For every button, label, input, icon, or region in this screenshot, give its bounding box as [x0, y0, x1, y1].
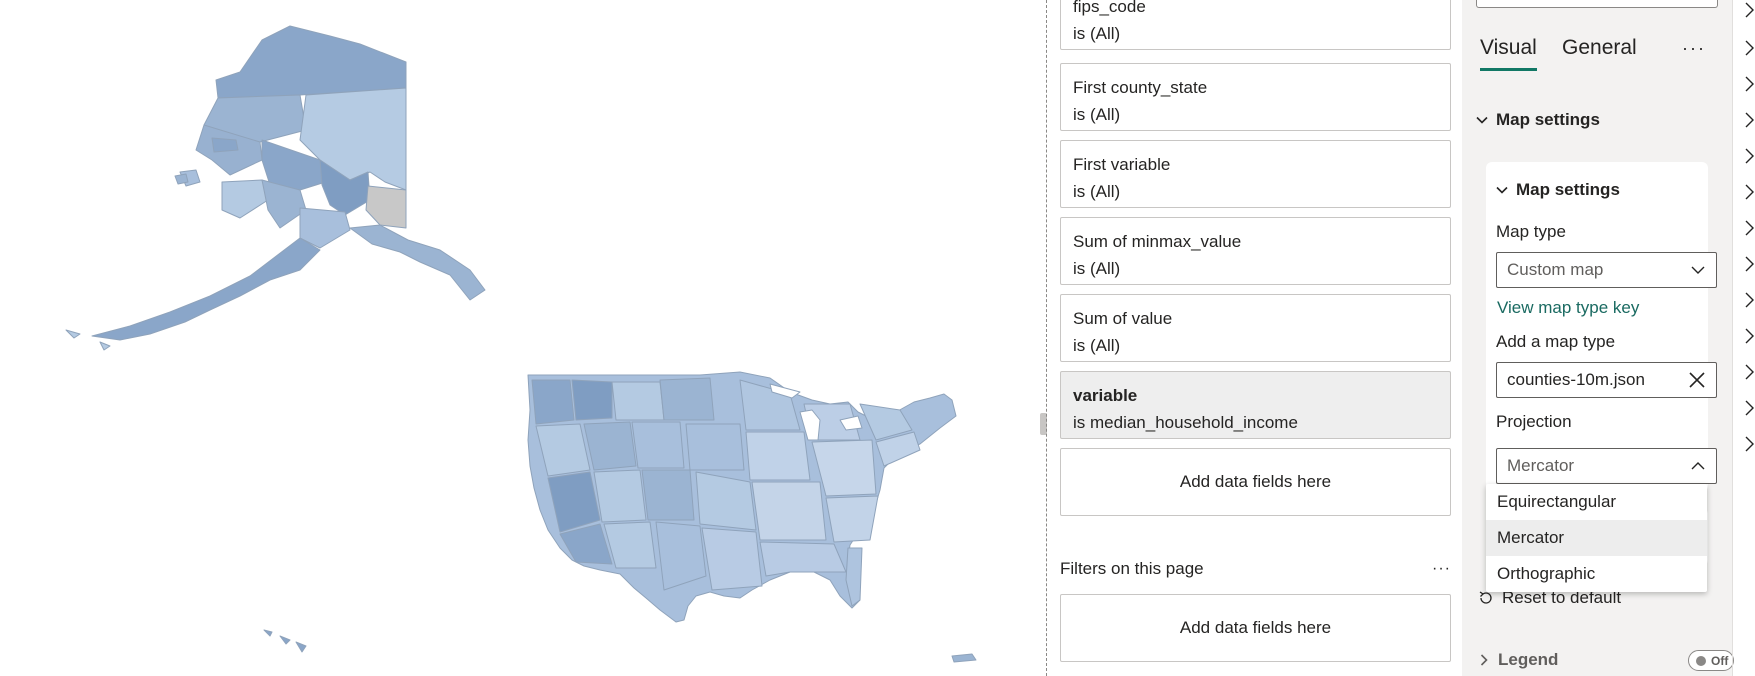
tab-general[interactable]: General [1562, 36, 1637, 60]
format-pane: Visual General ··· Map settings Map sett… [1462, 0, 1734, 676]
toggle-state: Off [1711, 653, 1729, 668]
map-visual[interactable] [0, 0, 1040, 676]
chevron-down-icon [1496, 186, 1508, 194]
filter-card-first-county-state[interactable]: First county_state is (All) [1060, 63, 1451, 131]
chevron-right-icon[interactable] [1744, 220, 1755, 236]
filter-name: variable [1073, 386, 1138, 405]
search-box[interactable] [1476, 0, 1718, 8]
tab-selected-indicator [1480, 68, 1537, 71]
alaska-region[interactable] [65, 25, 486, 351]
drop-zone-label: Add data fields here [1179, 618, 1332, 637]
chevron-right-icon [1480, 654, 1488, 666]
section-title: Map settings [1496, 110, 1600, 129]
legend-label: Legend [1498, 650, 1559, 669]
projection-value: Mercator [1507, 456, 1575, 475]
filter-card-sum-of-minmax-value[interactable]: Sum of minmax_value is (All) [1060, 217, 1451, 285]
chevron-down-icon [1476, 116, 1488, 124]
more-icon[interactable]: ··· [1432, 560, 1451, 578]
map-settings-section-toggle[interactable]: Map settings [1476, 106, 1716, 134]
page-filters-drop-zone[interactable]: Add data fields here [1060, 594, 1451, 662]
map-settings-card-header[interactable]: Map settings [1496, 180, 1620, 200]
projection-option-orthographic[interactable]: Orthographic [1486, 556, 1707, 592]
more-icon[interactable]: ··· [1682, 38, 1706, 59]
filter-card-variable[interactable]: variable is median_household_income [1060, 371, 1451, 439]
pane-divider [1046, 0, 1047, 676]
close-icon[interactable] [1688, 371, 1706, 389]
filter-card-sum-of-value[interactable]: Sum of value is (All) [1060, 294, 1451, 362]
drop-zone-label: Add data fields here [1179, 472, 1332, 491]
chevron-down-icon [1691, 266, 1705, 274]
projection-options-list: Equirectangular Mercator Orthographic [1486, 484, 1707, 592]
filter-name: Sum of value [1073, 309, 1173, 328]
reset-icon [1479, 591, 1492, 604]
filter-value: is (All) [1073, 336, 1121, 355]
filter-value: is (All) [1073, 105, 1121, 124]
filter-value: is median_household_income [1073, 413, 1298, 432]
chevron-right-icon[interactable] [1744, 184, 1755, 200]
chevron-right-icon[interactable] [1744, 292, 1755, 308]
toggle-knob [1696, 655, 1706, 666]
legend-toggle[interactable]: Off [1688, 650, 1734, 671]
format-tabs: Visual General ··· [1462, 28, 1732, 72]
map-file-input[interactable]: counties-10m.json [1496, 362, 1717, 398]
chevron-right-icon[interactable] [1744, 112, 1755, 128]
filter-name: fips_code [1073, 0, 1146, 16]
filter-value: is (All) [1073, 182, 1121, 201]
map-type-label: Map type [1496, 222, 1566, 241]
view-map-type-key-link[interactable]: View map type key [1497, 298, 1639, 318]
continental-us-region[interactable] [263, 371, 977, 663]
map-type-dropdown[interactable]: Custom map [1496, 252, 1717, 288]
chevron-up-icon [1691, 462, 1705, 470]
card-title: Map settings [1516, 180, 1620, 199]
add-map-type-label: Add a map type [1496, 332, 1616, 351]
visual-filters-drop-zone[interactable]: Add data fields here [1060, 448, 1451, 516]
filter-value: is (All) [1073, 259, 1121, 278]
projection-dropdown[interactable]: Mercator [1496, 448, 1717, 484]
projection-option-mercator[interactable]: Mercator [1486, 520, 1707, 556]
filter-card-first-variable[interactable]: First variable is (All) [1060, 140, 1451, 208]
chevron-right-icon[interactable] [1744, 400, 1755, 416]
chevron-right-icon[interactable] [1744, 256, 1755, 272]
chevron-right-icon[interactable] [1744, 40, 1755, 56]
filter-name: First county_state [1073, 78, 1208, 97]
filter-value: is (All) [1073, 24, 1121, 43]
page-filters-header: Filters on this page ··· [1060, 557, 1451, 581]
chevron-right-icon[interactable] [1744, 364, 1755, 380]
map-type-value: Custom map [1507, 260, 1604, 279]
map-settings-card: Map settings Map type Custom map View ma… [1486, 162, 1717, 492]
filter-name: First variable [1073, 155, 1171, 174]
chevron-right-icon[interactable] [1744, 436, 1755, 452]
map-file-value: counties-10m.json [1507, 370, 1645, 389]
projection-label: Projection [1496, 412, 1572, 431]
chevron-right-icon[interactable] [1744, 328, 1755, 344]
chevron-right-icon[interactable] [1744, 148, 1755, 164]
chevron-right-icon[interactable] [1744, 76, 1755, 92]
page-filters-title: Filters on this page [1060, 559, 1204, 578]
filter-card-fips-code[interactable]: fips_code is (All) [1060, 0, 1451, 50]
filters-pane: fips_code is (All) First county_state is… [1060, 0, 1451, 676]
chevron-right-icon[interactable] [1744, 2, 1755, 18]
legend-section-toggle[interactable]: Legend Off [1478, 648, 1734, 672]
collapsed-panes-rail [1740, 0, 1755, 676]
pane-edge [1732, 0, 1733, 676]
projection-option-equirectangular[interactable]: Equirectangular [1486, 484, 1707, 520]
tab-visual[interactable]: Visual [1480, 36, 1537, 60]
filter-name: Sum of minmax_value [1073, 232, 1242, 251]
